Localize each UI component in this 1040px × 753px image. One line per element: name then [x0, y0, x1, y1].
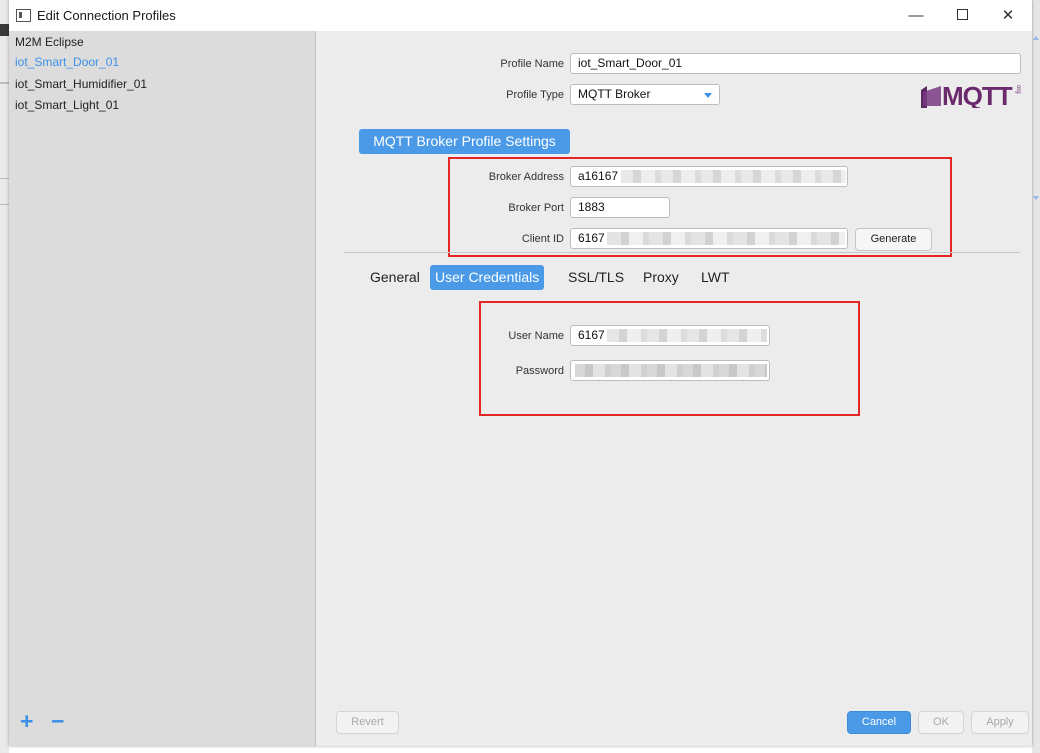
- profile-item-iot-smart-light-01[interactable]: iot_Smart_Light_01: [15, 98, 119, 112]
- edit-connection-profiles-dialog: Edit Connection Profiles — ✕ M2M Eclipse…: [9, 0, 1032, 746]
- add-profile-button[interactable]: +: [20, 710, 33, 733]
- profile-name-field[interactable]: iot_Smart_Door_01: [570, 53, 1021, 74]
- window-title: Edit Connection Profiles: [37, 8, 176, 23]
- app-icon: [16, 9, 31, 22]
- tab-proxy[interactable]: Proxy: [638, 265, 684, 290]
- minimize-button[interactable]: —: [893, 0, 939, 31]
- cancel-button[interactable]: Cancel: [847, 711, 911, 734]
- title-bar[interactable]: Edit Connection Profiles — ✕: [9, 0, 1032, 31]
- profile-item-iot-smart-humidifier-01[interactable]: iot_Smart_Humidifier_01: [15, 77, 147, 91]
- background-window-edge-right: [1032, 0, 1040, 753]
- ok-button[interactable]: OK: [918, 711, 964, 734]
- revert-button[interactable]: Revert: [336, 711, 399, 734]
- tab-lwt[interactable]: LWT: [696, 265, 735, 290]
- highlight-box-credentials: [479, 301, 860, 416]
- profile-item-iot-smart-door-01[interactable]: iot_Smart_Door_01: [15, 55, 119, 69]
- profile-settings-panel: Profile Name iot_Smart_Door_01 Profile T…: [316, 31, 1032, 746]
- profile-list-sidebar: M2M Eclipse iot_Smart_Door_01 iot_Smart_…: [9, 31, 316, 746]
- profile-item-m2m-eclipse[interactable]: M2M Eclipse: [15, 35, 84, 49]
- tab-user-credentials[interactable]: User Credentials: [430, 265, 545, 290]
- remove-profile-button[interactable]: −: [51, 710, 64, 733]
- close-button[interactable]: ✕: [985, 0, 1031, 31]
- highlight-box-broker: [448, 157, 952, 257]
- profile-type-value: MQTT Broker: [578, 87, 651, 101]
- chevron-down-icon: [704, 93, 712, 98]
- profile-name-value: iot_Smart_Door_01: [578, 56, 683, 70]
- profile-type-label: Profile Type: [506, 89, 564, 101]
- profile-type-dropdown[interactable]: MQTT Broker: [570, 84, 720, 105]
- mqtt-logo: MQTT org: [921, 82, 1021, 108]
- apply-button[interactable]: Apply: [971, 711, 1029, 734]
- maximize-button[interactable]: [939, 0, 985, 31]
- profile-name-label: Profile Name: [500, 58, 564, 70]
- maximize-icon: [956, 9, 968, 21]
- section-divider: [344, 252, 1020, 253]
- mqtt-logo-text: MQTT: [942, 82, 1013, 108]
- background-window-edge-left: [0, 0, 9, 753]
- mqtt-logo-suffix: org: [1015, 85, 1021, 94]
- tab-ssl-tls[interactable]: SSL/TLS: [563, 265, 629, 290]
- tab-general[interactable]: General: [365, 265, 425, 290]
- mqtt-broker-profile-settings-tab[interactable]: MQTT Broker Profile Settings: [359, 129, 570, 154]
